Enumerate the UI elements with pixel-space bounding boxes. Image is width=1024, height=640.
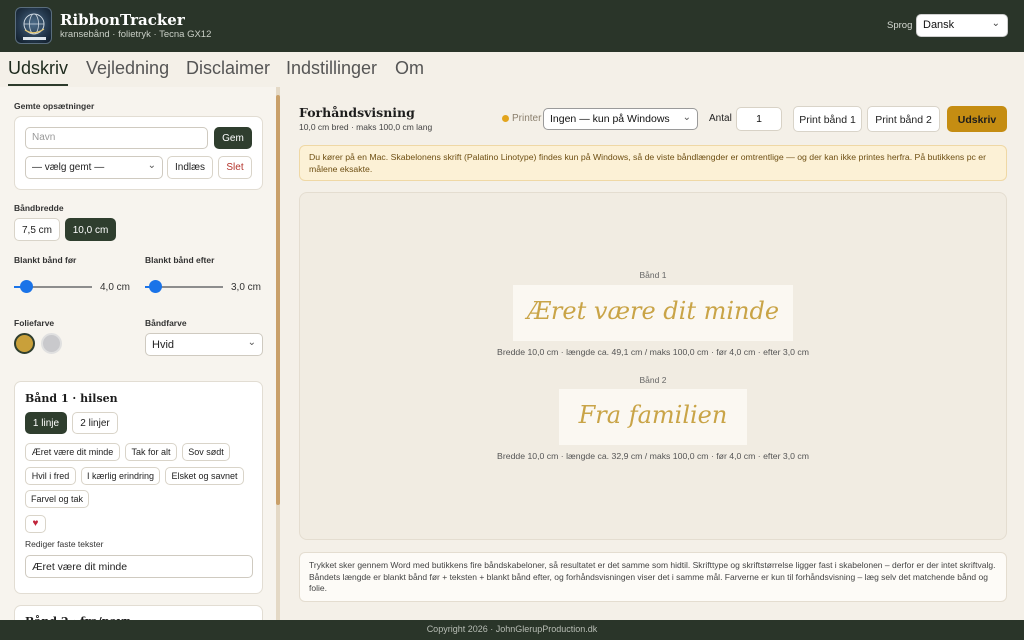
ribbon-color-select[interactable]: Hvid ⌄ <box>145 333 263 356</box>
tab-vejledning[interactable]: Vejledning <box>86 58 169 79</box>
edit-fixed-texts-label: Rediger faste tekster <box>25 539 104 549</box>
two-lines-button[interactable]: 2 linjer <box>72 412 118 434</box>
active-tab-indicator <box>8 84 68 86</box>
language-select[interactable]: Dansk ⌄ <box>916 14 1008 37</box>
print-button[interactable]: Udskriv <box>947 106 1007 132</box>
preview-title: Forhåndsvisning <box>299 105 415 120</box>
printer-status-dot <box>502 115 509 122</box>
printer-value: Ingen — kun på Windows <box>550 113 670 125</box>
ribbon-color-value: Hvid <box>152 339 175 351</box>
preset-name-input[interactable]: Navn <box>25 127 208 149</box>
chevron-down-icon: ⌄ <box>991 18 1000 29</box>
load-preset-button[interactable]: Indlæs <box>167 156 213 179</box>
printer-select[interactable]: Ingen — kun på Windows ⌄ <box>543 108 698 130</box>
foil-swatch-silver[interactable] <box>41 333 62 354</box>
app-subtitle: kransebånd · folietryk · Tecna GX12 <box>60 29 212 40</box>
band1-meta: Bredde 10,0 cm · længde ca. 49,1 cm / ma… <box>497 347 809 357</box>
preset-chip[interactable]: Elsket og savnet <box>165 467 244 485</box>
tab-udskriv[interactable]: Udskriv <box>8 58 68 79</box>
count-label: Antal <box>709 113 732 124</box>
blank-before-label: Blankt bånd før <box>14 255 77 265</box>
band2-label: Bånd 2 <box>639 375 667 385</box>
band2-preview: Fra familien <box>559 389 747 445</box>
blank-before-slider-thumb[interactable] <box>20 280 33 293</box>
band2-meta: Bredde 10,0 cm · længde ca. 32,9 cm / ma… <box>497 451 809 461</box>
count-input[interactable]: 1 <box>736 107 782 131</box>
app-title: RibbonTracker <box>60 11 185 29</box>
width-option-10[interactable]: 10,0 cm <box>65 218 116 241</box>
band1-title: Bånd 1 · hilsen <box>25 392 118 405</box>
app-header: RibbonTracker kransebånd · folietryk · T… <box>0 0 1024 52</box>
saved-preset-select[interactable]: — vælg gemt — ⌄ <box>25 156 163 179</box>
chevron-down-icon: ⌄ <box>147 160 156 171</box>
ribbon-globe-logo <box>15 7 52 44</box>
band1-preview: Æret være dit minde <box>513 285 793 341</box>
chevron-down-icon: ⌄ <box>247 337 256 348</box>
printer-label: Printer <box>512 113 542 124</box>
preset-chip[interactable]: Tak for alt <box>125 443 177 461</box>
heart-icon[interactable]: ♥ <box>25 515 46 533</box>
foil-color-label: Foliefarve <box>14 318 55 328</box>
mac-warning-banner: Du kører på en Mac. Skabelonens skrift (… <box>299 145 1007 181</box>
tab-indstillinger[interactable]: Indstillinger <box>286 58 377 79</box>
blank-after-value: 3,0 cm <box>231 282 262 293</box>
blank-after-label: Blankt bånd efter <box>145 255 215 265</box>
footer-copyright: Copyright 2026 · JohnGlerupProduction.dk <box>426 624 598 634</box>
width-option-7-5[interactable]: 7,5 cm <box>14 218 60 241</box>
preset-chip[interactable]: Æret være dit minde <box>25 443 120 461</box>
band1-preview-text: Æret være dit minde <box>526 297 780 325</box>
footer: Copyright 2026 · JohnGlerupProduction.dk <box>0 620 1024 640</box>
print-band2-button[interactable]: Print bånd 2 <box>867 106 940 132</box>
print-band1-button[interactable]: Print bånd 1 <box>793 106 862 132</box>
delete-preset-button[interactable]: Slet <box>218 156 252 179</box>
language-label: Sprog <box>887 20 913 31</box>
blank-after-slider-thumb[interactable] <box>149 280 162 293</box>
tab-bar: Udskriv Vejledning Disclaimer Indstillin… <box>0 52 1024 87</box>
one-line-button[interactable]: 1 linje <box>25 412 67 434</box>
preview-canvas <box>299 192 1007 540</box>
preset-chip[interactable]: I kærlig erindring <box>81 467 160 485</box>
saved-settings-heading: Gemte opsætninger <box>14 101 95 111</box>
language-value: Dansk <box>923 19 955 31</box>
info-note: Trykket sker gennem Word med butikkens f… <box>299 552 1007 602</box>
chevron-down-icon: ⌄ <box>682 112 691 123</box>
ribbon-color-label: Båndfarve <box>145 318 187 328</box>
preview-subtitle: 10,0 cm bred · maks 100,0 cm lang <box>299 122 433 132</box>
band1-text-input[interactable]: Æret være dit minde <box>25 555 253 578</box>
foil-swatch-gold[interactable] <box>14 333 35 354</box>
ribbon-width-heading: Båndbredde <box>14 203 64 213</box>
saved-preset-value: — vælg gemt — <box>32 162 105 173</box>
preset-chip[interactable]: Farvel og tak <box>25 490 89 508</box>
tab-disclaimer[interactable]: Disclaimer <box>186 58 270 79</box>
blank-before-value: 4,0 cm <box>100 282 131 293</box>
band2-preview-text: Fra familien <box>578 401 728 429</box>
tab-om[interactable]: Om <box>395 58 424 79</box>
preset-chip[interactable]: Sov sødt <box>182 443 230 461</box>
preset-chip[interactable]: Hvil i fred <box>25 467 76 485</box>
band1-label: Bånd 1 <box>639 270 667 280</box>
save-preset-button[interactable]: Gem <box>214 127 252 149</box>
